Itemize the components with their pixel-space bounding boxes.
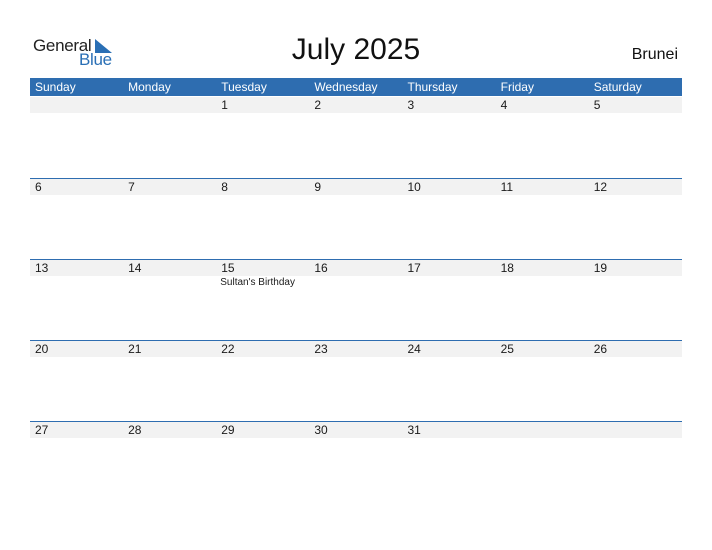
day-number: 23 <box>314 342 328 356</box>
day-number: 6 <box>35 180 42 194</box>
weekday-sunday: Sunday <box>35 80 76 94</box>
day-number-bar <box>30 97 682 113</box>
day-number: 30 <box>314 423 328 437</box>
day-number: 3 <box>407 98 415 112</box>
day-number: 24 <box>407 342 421 356</box>
weekday-wednesday: Wednesday <box>314 80 378 94</box>
day-number: 12 <box>593 180 608 194</box>
week-row: 27 28 29 30 31 <box>30 421 682 502</box>
day-number: 18 <box>500 261 514 275</box>
day-number: 11 <box>500 180 514 194</box>
weekday-tuesday: Tuesday <box>221 80 267 94</box>
day-number: 27 <box>35 423 49 437</box>
weekday-saturday: Saturday <box>593 80 642 94</box>
weekday-monday: Monday <box>128 80 171 94</box>
day-number: 9 <box>314 180 322 194</box>
day-number: 5 <box>593 98 601 112</box>
day-number: 2 <box>314 98 322 112</box>
day-number: 21 <box>128 342 142 356</box>
day-number: 22 <box>221 342 235 356</box>
day-number: 1 <box>221 98 228 112</box>
country-label: Brunei <box>631 46 678 63</box>
week-row: 13 14 15 Sultan's Birthday 16 17 18 19 <box>30 259 682 340</box>
calendar-grid: Sunday Monday Tuesday Wednesday Thursday… <box>30 78 682 502</box>
day-number: 26 <box>593 342 608 356</box>
day-number: 10 <box>407 180 421 194</box>
day-number: 13 <box>35 261 49 275</box>
weeks-container: 1 2 3 4 5 6 7 8 9 10 11 12 13 14 15 Sultan's Birthday 16… <box>30 96 682 502</box>
week-row: 1 2 3 4 5 <box>30 96 682 178</box>
weekday-friday: Friday <box>500 80 534 94</box>
day-number: 19 <box>593 261 608 275</box>
day-number: 16 <box>314 261 328 275</box>
weekday-header: Sunday Monday Tuesday Wednesday Thursday… <box>30 78 682 96</box>
week-row: 6 7 8 9 10 11 12 <box>30 178 682 259</box>
day-number: 25 <box>500 342 514 356</box>
day-number: 7 <box>128 180 135 194</box>
day-number: 20 <box>35 342 49 356</box>
weekday-thursday: Thursday <box>407 80 458 94</box>
day-number: 4 <box>500 98 508 112</box>
day-number: 8 <box>221 180 228 194</box>
page-title: July 2025 <box>291 33 421 66</box>
holiday-label: Sultan's Birthday <box>220 277 295 288</box>
day-number: 15 <box>221 261 235 275</box>
day-number: 29 <box>221 423 235 437</box>
day-number: 14 <box>128 261 142 275</box>
day-number: 17 <box>407 261 421 275</box>
week-row: 20 21 22 23 24 25 26 <box>30 340 682 421</box>
day-number: 31 <box>407 423 421 437</box>
day-number: 28 <box>128 423 142 437</box>
